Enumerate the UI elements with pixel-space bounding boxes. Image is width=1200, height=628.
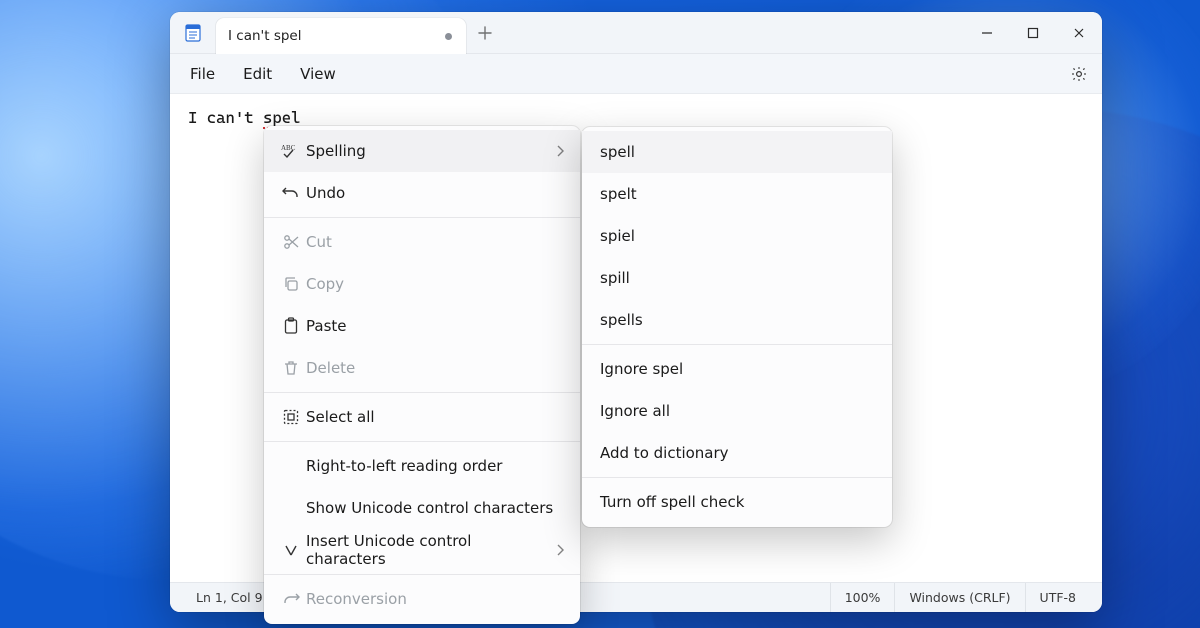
menu-separator [264, 574, 580, 575]
menu-item-rtl-reading[interactable]: Right-to-left reading order [264, 445, 580, 487]
status-line-ending[interactable]: Windows (CRLF) [894, 583, 1024, 612]
menu-item-label: Right-to-left reading order [306, 457, 564, 475]
suggestion-label: spiel [600, 227, 876, 245]
spelling-submenu: spell spelt spiel spill spells Ignore sp… [582, 127, 892, 527]
menu-item-label: Cut [306, 233, 564, 251]
spell-suggestion[interactable]: spiel [582, 215, 892, 257]
new-tab-button[interactable] [466, 12, 504, 53]
menu-view[interactable]: View [288, 59, 348, 89]
copy-icon [276, 276, 306, 292]
menu-item-label: Show Unicode control characters [306, 499, 564, 517]
menu-separator [582, 344, 892, 345]
menu-item-label: Select all [306, 408, 564, 426]
context-menu: ABC Spelling Undo Cut Copy [264, 126, 580, 624]
abc-check-icon: ABC [276, 143, 306, 159]
menu-item-label: Ignore all [600, 402, 876, 420]
status-zoom[interactable]: 100% [830, 583, 895, 612]
menu-item-reconversion: Reconversion [264, 578, 580, 620]
maximize-button[interactable] [1010, 12, 1056, 53]
spell-suggestion[interactable]: spelt [582, 173, 892, 215]
menu-item-show-unicode-cc[interactable]: Show Unicode control characters [264, 487, 580, 529]
menu-item-label: Ignore spel [600, 360, 876, 378]
tab-title: I can't spel [228, 28, 435, 44]
menu-item-label: Insert Unicode control characters [306, 532, 540, 568]
menubar: File Edit View [170, 54, 1102, 94]
menu-item-label: Copy [306, 275, 564, 293]
menu-item-label: Reconversion [306, 590, 564, 608]
menu-item-label: Spelling [306, 142, 540, 160]
menu-item-label: Undo [306, 184, 564, 202]
menu-item-paste[interactable]: Paste [264, 305, 580, 347]
menu-edit[interactable]: Edit [231, 59, 284, 89]
menu-item-add-to-dictionary[interactable]: Add to dictionary [582, 432, 892, 474]
menu-separator [264, 392, 580, 393]
menu-item-undo[interactable]: Undo [264, 172, 580, 214]
titlebar[interactable]: I can't spel [170, 12, 1102, 54]
select-all-icon [276, 409, 306, 425]
menu-item-spelling[interactable]: ABC Spelling [264, 130, 580, 172]
notepad-app-icon [170, 12, 216, 53]
menu-item-label: Turn off spell check [600, 493, 876, 511]
menu-item-label: Delete [306, 359, 564, 377]
close-button[interactable] [1056, 12, 1102, 53]
spell-suggestion[interactable]: spell [582, 131, 892, 173]
menu-item-label: Add to dictionary [600, 444, 876, 462]
tab[interactable]: I can't spel [216, 18, 466, 54]
minimize-button[interactable] [964, 12, 1010, 53]
spell-suggestion[interactable]: spells [582, 299, 892, 341]
redo-icon [276, 591, 306, 607]
undo-icon [276, 185, 306, 201]
unsaved-dot-icon [445, 33, 452, 40]
menu-item-select-all[interactable]: Select all [264, 396, 580, 438]
chevron-right-icon [556, 145, 564, 157]
scissors-icon [276, 234, 306, 250]
trash-icon [276, 360, 306, 376]
menu-separator [264, 217, 580, 218]
menu-item-turn-off-spell-check[interactable]: Turn off spell check [582, 481, 892, 523]
suggestion-label: spells [600, 311, 876, 329]
status-encoding[interactable]: UTF-8 [1025, 583, 1090, 612]
editor-line: I can't spel [188, 108, 301, 127]
status-position: Ln 1, Col 9 [182, 583, 277, 612]
menu-separator [582, 477, 892, 478]
menu-separator [264, 441, 580, 442]
svg-text:ABC: ABC [281, 144, 296, 152]
menu-item-delete: Delete [264, 347, 580, 389]
menu-item-label: Paste [306, 317, 564, 335]
menu-item-insert-unicode-cc[interactable]: Insert Unicode control characters [264, 529, 580, 571]
menu-file[interactable]: File [178, 59, 227, 89]
editor-text: I can't [188, 108, 263, 127]
paste-icon [276, 317, 306, 335]
menu-item-ignore-word[interactable]: Ignore spel [582, 348, 892, 390]
settings-button[interactable] [1064, 59, 1094, 89]
suggestion-label: spelt [600, 185, 876, 203]
desktop-wallpaper: I can't spel File Edit View [0, 0, 1200, 628]
insert-caret-icon [276, 543, 306, 557]
menu-item-ignore-all[interactable]: Ignore all [582, 390, 892, 432]
spell-suggestion[interactable]: spill [582, 257, 892, 299]
suggestion-label: spell [600, 143, 876, 161]
chevron-right-icon [556, 544, 564, 556]
suggestion-label: spill [600, 269, 876, 287]
menu-item-copy: Copy [264, 263, 580, 305]
menu-item-cut: Cut [264, 221, 580, 263]
